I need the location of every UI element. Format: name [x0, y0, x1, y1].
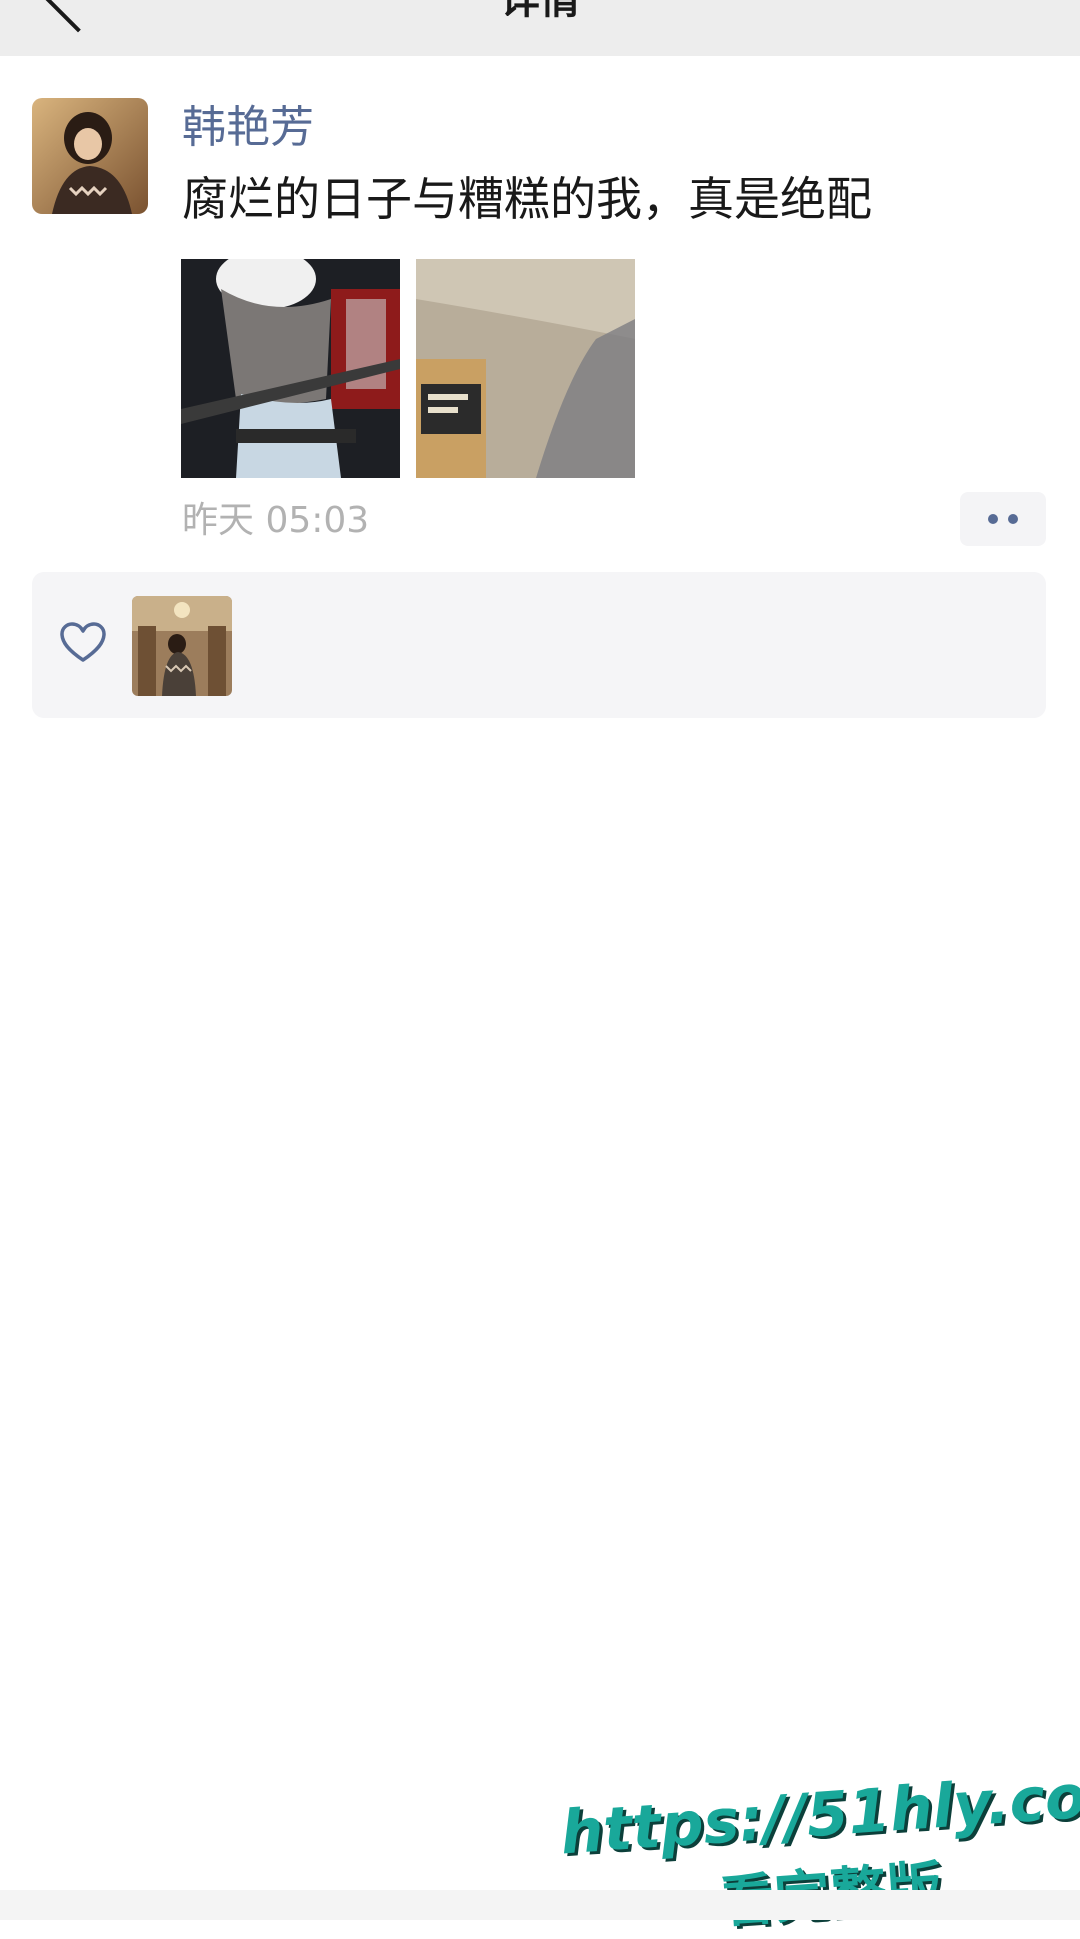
- navbar: 详情: [0, 0, 1080, 56]
- post-text: 腐烂的日子与糟糕的我，真是绝配: [182, 172, 872, 226]
- post-image[interactable]: [416, 259, 635, 478]
- likes-panel: [32, 572, 1046, 718]
- bottom-strip: [0, 1890, 1080, 1920]
- page-title: 详情: [500, 0, 580, 23]
- author-name[interactable]: 韩艳芳: [182, 98, 314, 158]
- liker-avatar[interactable]: [132, 596, 232, 696]
- post-image[interactable]: [181, 259, 400, 478]
- dot: [988, 514, 998, 524]
- heart-outline-icon: [60, 622, 106, 662]
- post-time: 昨天 05:03: [182, 500, 370, 541]
- dot: [1008, 514, 1018, 524]
- avatar[interactable]: [32, 98, 148, 214]
- more-actions-button[interactable]: [960, 492, 1046, 546]
